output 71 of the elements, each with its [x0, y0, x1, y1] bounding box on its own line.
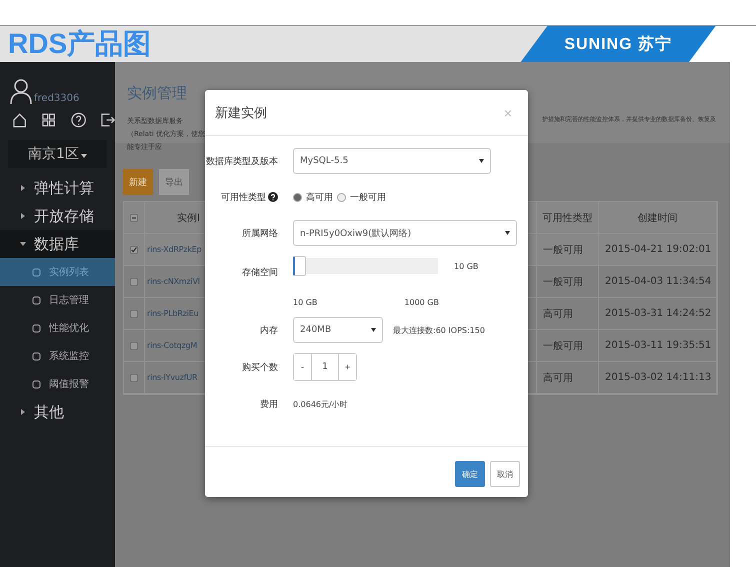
select-field[interactable]: MySQL-5.5: [293, 148, 491, 174]
grid-icon[interactable]: [41, 112, 56, 128]
caret-icon: [20, 241, 26, 247]
confirm-button[interactable]: 确定: [455, 461, 485, 487]
radio-button[interactable]: [293, 192, 302, 202]
caret-icon: [20, 185, 26, 191]
submenu-item[interactable]: 系统监控: [0, 342, 115, 370]
menu-icon: [32, 352, 41, 360]
storage-reading: 10 GB: [454, 262, 478, 270]
table-cell: 2015-03-11 19:35:51: [599, 330, 717, 361]
menu-icon: [32, 380, 41, 388]
field-label: 存储空间: [241, 266, 278, 279]
brand-logo: SUNING 苏宁: [520, 26, 716, 62]
field-label: 费用: [259, 398, 278, 410]
caret-icon: [20, 213, 26, 219]
select-field[interactable]: n-PRI5y0Oxiw9(默认网络): [293, 220, 517, 246]
radio-label: 高可用: [306, 192, 333, 204]
row-checkbox[interactable]: [130, 276, 138, 286]
field-label: 内存: [259, 324, 278, 336]
table-cell: 2015-03-31 14:24:52: [599, 298, 717, 329]
menu-item[interactable]: 开放存储: [0, 202, 115, 230]
field-label: 可用性类型: [205, 190, 278, 204]
home-icon[interactable]: [12, 112, 28, 128]
field-label: 所属网络: [241, 228, 278, 240]
radio-button[interactable]: [337, 192, 346, 202]
select-all-checkbox[interactable]: [130, 212, 138, 222]
limit-note: 最大连接数:60 IOPS:150: [393, 324, 485, 336]
region-dropdown[interactable]: 南京1区: [8, 140, 107, 168]
dialog-title: 新建实例: [215, 104, 267, 122]
submenu-item[interactable]: 阈值报警: [0, 370, 115, 398]
submenu-item[interactable]: 日志管理: [0, 286, 115, 314]
menu-item[interactable]: 弹性计算: [0, 174, 115, 202]
page-title: 实例管理: [127, 84, 188, 103]
row-checkbox[interactable]: [130, 340, 138, 350]
scale-min: 10 GB: [293, 298, 318, 307]
username: fred3306: [34, 93, 80, 104]
select-field[interactable]: 240MB: [293, 317, 383, 343]
row-checkbox[interactable]: [130, 244, 138, 254]
menu-icon: [32, 324, 41, 332]
radio-label: 一般可用: [350, 192, 386, 204]
help-icon[interactable]: [70, 112, 86, 128]
table-cell: 一般可用: [537, 330, 599, 361]
slide-title: RDS产品图: [8, 27, 152, 61]
row-checkbox[interactable]: [130, 308, 138, 318]
logout-icon[interactable]: [100, 112, 115, 128]
menu-icon: [32, 296, 41, 304]
menu-item[interactable]: 数据库: [0, 230, 115, 258]
field-label: 数据库类型及版本: [205, 156, 278, 168]
column-header: 创建时间: [599, 202, 717, 233]
menu-item[interactable]: 其他: [0, 398, 115, 426]
dropdown-caret-icon: [371, 328, 376, 332]
dropdown-caret-icon: [80, 153, 87, 158]
table-cell: 一般可用: [537, 266, 599, 297]
table-cell: 2015-03-02 14:11:13: [599, 362, 717, 393]
table-cell: 2015-04-03 11:34:54: [599, 266, 717, 297]
menu-icon: [32, 268, 41, 276]
caret-icon: [20, 409, 26, 415]
dropdown-caret-icon: [479, 159, 484, 163]
table-cell: 一般可用: [537, 234, 599, 265]
submenu-item[interactable]: 性能优化: [0, 314, 115, 342]
field-label: 购买个数: [241, 362, 278, 374]
row-checkbox[interactable]: [130, 372, 138, 382]
price-text: 0.0646元/小时: [293, 398, 349, 410]
scale-max: 1000 GB: [404, 298, 439, 307]
column-header: 可用性类型: [537, 202, 599, 233]
table-cell: 高可用: [537, 298, 599, 329]
cancel-button[interactable]: 取消: [490, 461, 520, 487]
table-cell: 2015-04-21 19:02:01: [599, 234, 717, 265]
table-cell: 高可用: [537, 362, 599, 393]
slider-thumb[interactable]: [293, 256, 306, 276]
user-icon: [10, 78, 32, 104]
